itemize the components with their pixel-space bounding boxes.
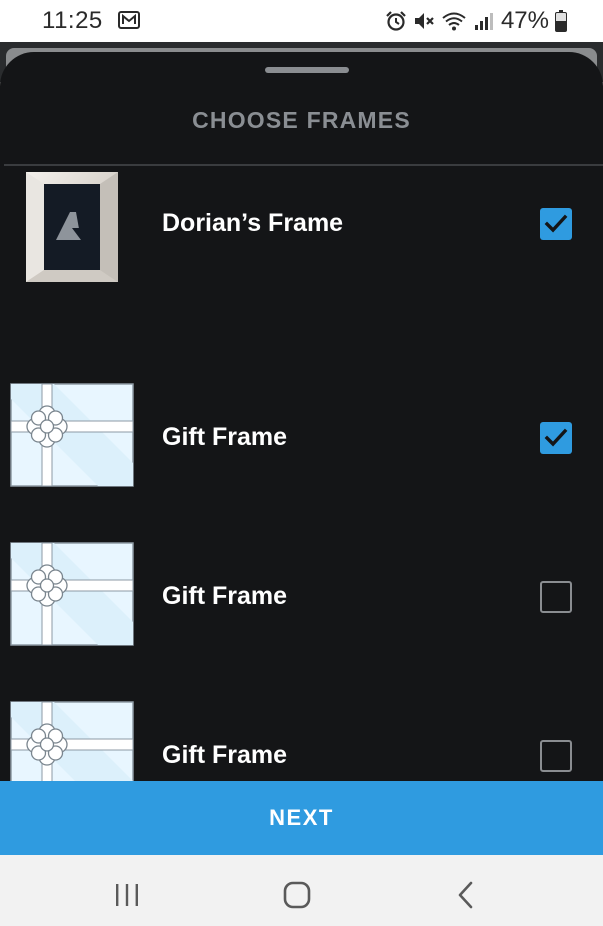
dark-frame-thumbnail [26, 172, 118, 282]
checkmark-icon [544, 428, 568, 447]
choose-frames-sheet: CHOOSE FRAMES Dorian’s Frame Gift Frame … [0, 52, 603, 782]
status-icons: 47% [385, 7, 573, 35]
recent-apps-icon[interactable] [114, 882, 140, 908]
frame-checkbox-unchecked[interactable] [540, 581, 572, 613]
gift-frame-thumbnail [10, 542, 134, 646]
sheet-title: CHOOSE FRAMES [192, 107, 411, 133]
frame-row-gift-3[interactable]: Gift Frame [0, 643, 603, 782]
battery-icon [555, 10, 567, 32]
back-icon[interactable] [455, 880, 477, 910]
gift-frame-thumbnail [10, 701, 134, 782]
frame-checkbox-unchecked[interactable] [540, 740, 572, 772]
gift-frame-thumbnail [10, 383, 134, 487]
frame-name: Gift Frame [162, 582, 288, 610]
mute-icon [414, 13, 434, 29]
frame-row-gift-2[interactable]: Gift Frame [0, 484, 603, 646]
signal-icon [474, 13, 493, 30]
drag-handle[interactable] [265, 67, 349, 73]
frame-name: Gift Frame [162, 423, 288, 451]
frame-row-dorians[interactable]: Dorian’s Frame [0, 166, 603, 325]
frame-row-gift-1[interactable]: Gift Frame [0, 325, 603, 487]
frame-checkbox-checked[interactable] [540, 208, 572, 240]
alarm-icon [386, 11, 406, 31]
checkmark-icon [544, 214, 568, 233]
frame-name: Dorian’s Frame [162, 209, 344, 237]
nav-bar [0, 855, 603, 926]
home-icon[interactable] [282, 880, 312, 910]
status-time: 11:25 [42, 7, 103, 34]
frame-checkbox-checked[interactable] [540, 422, 572, 454]
frame-name: Gift Frame [162, 741, 288, 769]
status-bar: 11:25 47% [0, 0, 603, 42]
wifi-icon [442, 12, 466, 31]
battery-percent: 47% [500, 7, 549, 34]
next-button[interactable]: NEXT [0, 781, 603, 855]
mail-icon [118, 11, 140, 29]
